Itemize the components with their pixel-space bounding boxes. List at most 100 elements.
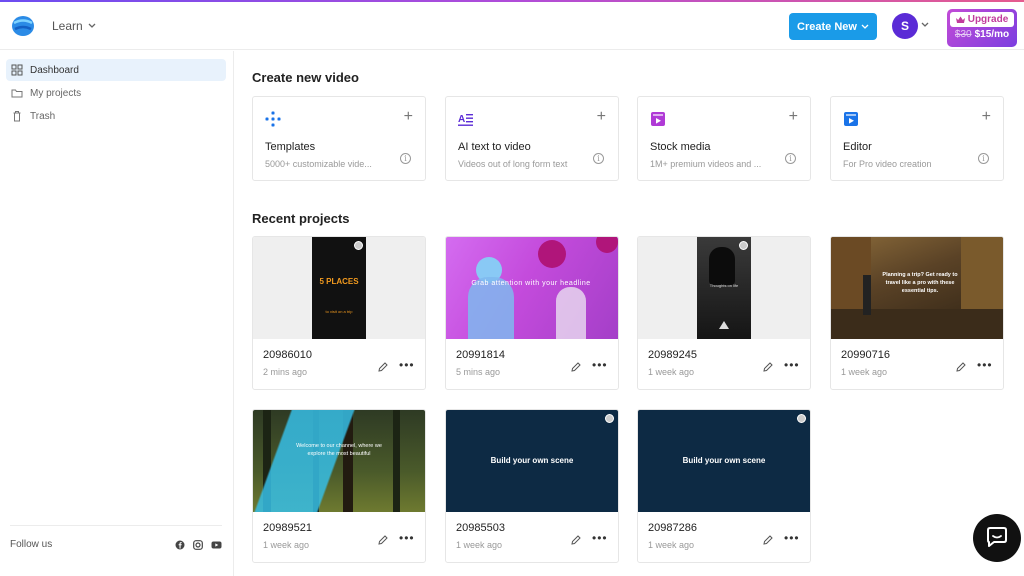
create-card-editor[interactable]: + Editor For Pro video creation i [830,96,1004,181]
project-time: 1 week ago [648,540,695,550]
card-title: Stock media [650,141,711,153]
more-options-icon[interactable]: ••• [784,531,800,545]
thumbnail-text: Grab attention with your headline [471,280,591,287]
card-title: Templates [265,141,316,153]
create-section-title: Create new video [252,70,359,85]
card-title: AI text to video [458,141,531,153]
project-thumbnail[interactable]: Planning a trip? Get ready to travel lik… [831,237,1003,339]
edit-icon[interactable] [762,534,774,546]
editor-icon [844,112,858,126]
templates-icon [265,111,281,127]
project-card[interactable]: Build your own scene 20985503 1 week ago… [445,409,619,563]
plus-icon[interactable]: + [597,108,606,126]
more-options-icon[interactable]: ••• [592,358,608,372]
status-badge [605,414,614,423]
more-options-icon[interactable]: ••• [784,358,800,372]
project-card[interactable]: 5 PLACES to visit on a trip 20986010 2 m… [252,236,426,390]
project-name: 20990716 [841,349,890,361]
edit-icon[interactable] [570,534,582,546]
instagram-icon[interactable] [193,539,203,550]
chevron-down-icon [861,24,869,29]
thumbnail-text: Thoughts on life [709,283,739,288]
edit-icon[interactable] [377,361,389,373]
project-time: 1 week ago [456,540,503,550]
project-card[interactable]: Grab attention with your headline 209918… [445,236,619,390]
project-name: 20991814 [456,349,505,361]
chat-icon [987,527,1007,547]
edit-icon[interactable] [762,361,774,373]
card-subtitle: For Pro video creation [843,159,932,169]
app-logo-icon[interactable] [10,14,36,38]
project-name: 20989521 [263,522,312,534]
edit-icon[interactable] [570,361,582,373]
sidebar-item-dashboard[interactable]: Dashboard [6,59,226,81]
upgrade-button[interactable]: Upgrade $30 $15/mo [947,9,1017,47]
more-options-icon[interactable]: ••• [399,358,415,372]
edit-icon[interactable] [955,361,967,373]
folder-icon [11,89,23,98]
create-new-button[interactable]: Create New [789,13,877,40]
sidebar-item-trash[interactable]: Trash [6,105,226,127]
more-options-icon[interactable]: ••• [977,358,993,372]
project-time: 2 mins ago [263,367,308,377]
plus-icon[interactable]: + [789,108,798,126]
learn-label: Learn [52,19,83,33]
plus-icon[interactable]: + [404,108,413,126]
old-price: $30 [954,29,972,40]
project-thumbnail[interactable]: Build your own scene [638,410,810,512]
project-thumbnail[interactable]: Build your own scene [446,410,618,512]
project-name: 20987286 [648,522,697,534]
create-card-ai-text[interactable]: A + AI text to video Videos out of long … [445,96,619,181]
project-card[interactable]: Welcome to our channel, where we explore… [252,409,426,563]
sidebar: Dashboard My projects Trash Follow us [0,51,234,576]
plus-icon[interactable]: + [982,108,991,126]
trash-icon [13,111,21,122]
recent-section-title: Recent projects [252,211,350,226]
create-new-label: Create New [797,20,857,33]
follow-us-label: Follow us [10,539,53,550]
project-thumbnail[interactable]: Grab attention with your headline [446,237,618,339]
create-card-stock-media[interactable]: + Stock media 1M+ premium videos and ...… [637,96,811,181]
card-subtitle: 5000+ customizable vide... [265,159,372,169]
project-card[interactable]: Build your own scene 20987286 1 week ago… [637,409,811,563]
grid-icon [11,64,23,76]
project-name: 20986010 [263,349,312,361]
create-card-templates[interactable]: + Templates 5000+ customizable vide... i [252,96,426,181]
chat-button[interactable] [973,514,1021,562]
card-subtitle: Videos out of long form text [458,159,568,169]
project-name: 20985503 [456,522,505,534]
info-icon[interactable]: i [593,153,604,164]
info-icon[interactable]: i [785,153,796,164]
info-icon[interactable]: i [978,153,989,164]
project-time: 1 week ago [648,367,695,377]
more-options-icon[interactable]: ••• [592,531,608,545]
chevron-down-icon[interactable] [921,22,929,28]
project-thumbnail[interactable]: Thoughts on life [638,237,810,339]
thumbnail-text: Build your own scene [490,456,574,465]
project-card[interactable]: Thoughts on life 20989245 1 week ago ••• [637,236,811,390]
sidebar-item-label: Dashboard [30,64,79,76]
new-price: $15/mo [974,29,1010,40]
upgrade-label: Upgrade [967,14,1009,25]
thumbnail-subtext: to visit on a trip [325,309,353,314]
sidebar-item-my-projects[interactable]: My projects [6,82,226,104]
avatar[interactable]: S [892,13,918,39]
project-thumbnail[interactable]: Welcome to our channel, where we explore… [253,410,425,512]
more-options-icon[interactable]: ••• [399,531,415,545]
stock-media-icon [651,112,665,126]
project-time: 1 week ago [841,367,888,377]
sidebar-item-label: My projects [30,87,82,99]
youtube-icon[interactable] [211,540,222,550]
card-subtitle: 1M+ premium videos and ... [650,159,762,169]
info-icon[interactable]: i [400,153,411,164]
project-thumbnail[interactable]: 5 PLACES to visit on a trip [253,237,425,339]
thumbnail-text: Welcome to our channel, where we explore… [296,443,382,457]
thumbnail-text: Build your own scene [682,456,766,465]
project-card[interactable]: Planning a trip? Get ready to travel lik… [830,236,1004,390]
follow-us-section: Follow us [10,525,222,550]
edit-icon[interactable] [377,534,389,546]
project-time: 5 mins ago [456,367,501,377]
learn-menu[interactable]: Learn [52,19,96,33]
crown-icon [955,16,965,23]
facebook-icon[interactable] [175,540,185,550]
